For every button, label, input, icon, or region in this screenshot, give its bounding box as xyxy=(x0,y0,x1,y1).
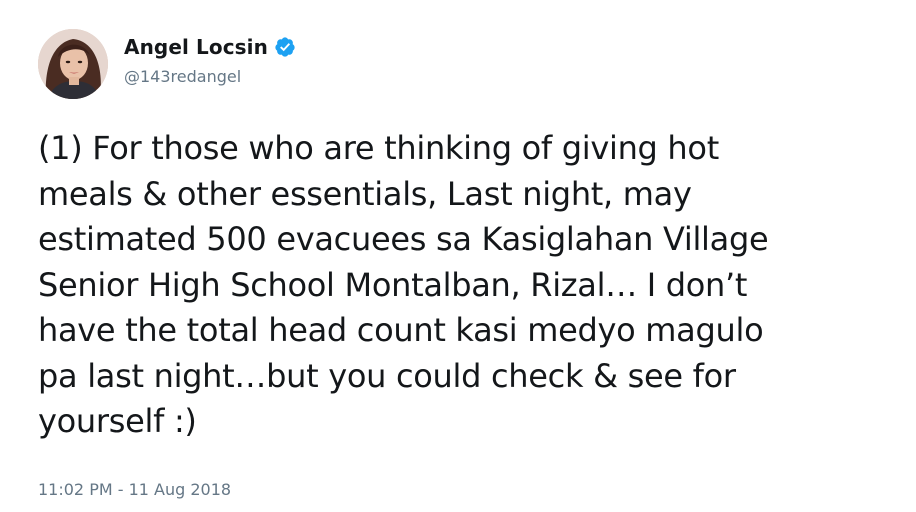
tweet-text: (1) For those who are thinking of giving… xyxy=(38,129,769,440)
display-name[interactable]: Angel Locsin xyxy=(124,35,268,59)
name-row: Angel Locsin xyxy=(124,33,296,61)
user-handle[interactable]: @143redangel xyxy=(124,67,296,86)
author-info: Angel Locsin @143redangel xyxy=(124,33,296,86)
tweet-timestamp[interactable]: 11:02 PM - 11 Aug 2018 xyxy=(38,480,231,499)
avatar[interactable] xyxy=(38,29,108,99)
verified-badge-icon xyxy=(274,36,296,58)
avatar-image xyxy=(38,29,108,99)
tweet-card: Angel Locsin @143redangel (1) For those … xyxy=(0,0,916,512)
